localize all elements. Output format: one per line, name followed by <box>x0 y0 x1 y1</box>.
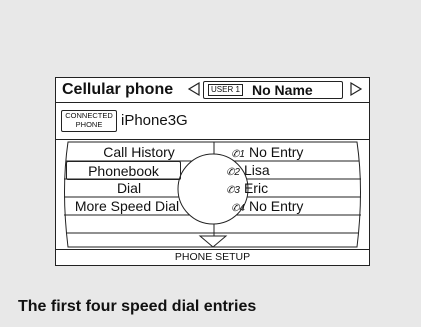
user-name: No Name <box>252 82 313 98</box>
speed-dial-label: No Entry <box>248 144 304 160</box>
phone-screen: Cellular phone USER 1 No Name CONNECTED … <box>55 77 370 266</box>
handset-icon: ✆3 <box>226 185 240 196</box>
connected-device-row: CONNECTED PHONE iPhone3G <box>56 103 369 140</box>
speed-dial-slot: 3 <box>234 185 240 196</box>
connected-phone-badge: CONNECTED PHONE <box>61 110 117 132</box>
menu-item-label: More Speed Dial <box>74 198 180 214</box>
speed-dial-slot: 2 <box>234 167 240 178</box>
menu-area: Call History Phonebook Dial More Speed D… <box>56 140 369 249</box>
page-title: Cellular phone <box>62 81 174 98</box>
device-name: iPhone3G <box>121 112 188 129</box>
triangle-right-icon[interactable] <box>349 81 363 97</box>
speed-dial-slot: 1 <box>239 149 245 160</box>
handset-icon: ✆4 <box>231 203 245 214</box>
speed-dial-1[interactable]: ✆1 No Entry <box>231 143 303 162</box>
menu-item-label: Dial <box>116 180 142 196</box>
header-bar: Cellular phone USER 1 No Name <box>56 78 369 103</box>
menu-item-label: Phonebook <box>88 163 159 179</box>
user-badge: USER 1 <box>208 84 243 96</box>
phone-setup-button[interactable]: PHONE SETUP <box>56 249 369 266</box>
menu-item-call-history[interactable]: Call History <box>70 143 208 162</box>
speed-dial-3[interactable]: ✆3 Eric <box>226 179 268 198</box>
user-selector[interactable]: USER 1 No Name <box>203 81 343 99</box>
speed-dial-4[interactable]: ✆4 No Entry <box>231 197 303 216</box>
handset-icon: ✆2 <box>226 167 240 178</box>
connected-badge-line2: PHONE <box>75 120 103 129</box>
triangle-left-icon[interactable] <box>187 81 201 97</box>
speed-dial-label: Eric <box>243 180 269 196</box>
speed-dial-label: Lisa <box>243 162 270 178</box>
caption: The first four speed dial entries <box>18 298 257 315</box>
menu-item-label: Call History <box>103 144 175 160</box>
speed-dial-2[interactable]: ✆2 Lisa <box>226 161 270 180</box>
menu-item-dial[interactable]: Dial <box>70 179 188 198</box>
speed-dial-label: No Entry <box>248 198 304 214</box>
menu-item-more-speed-dial[interactable]: More Speed Dial <box>66 197 188 216</box>
handset-icon: ✆1 <box>231 149 245 160</box>
triangle-down-icon <box>198 235 228 248</box>
connected-badge-line1: CONNECTED <box>65 111 113 120</box>
menu-item-phonebook[interactable]: Phonebook <box>66 161 181 180</box>
speed-dial-slot: 4 <box>239 203 245 214</box>
